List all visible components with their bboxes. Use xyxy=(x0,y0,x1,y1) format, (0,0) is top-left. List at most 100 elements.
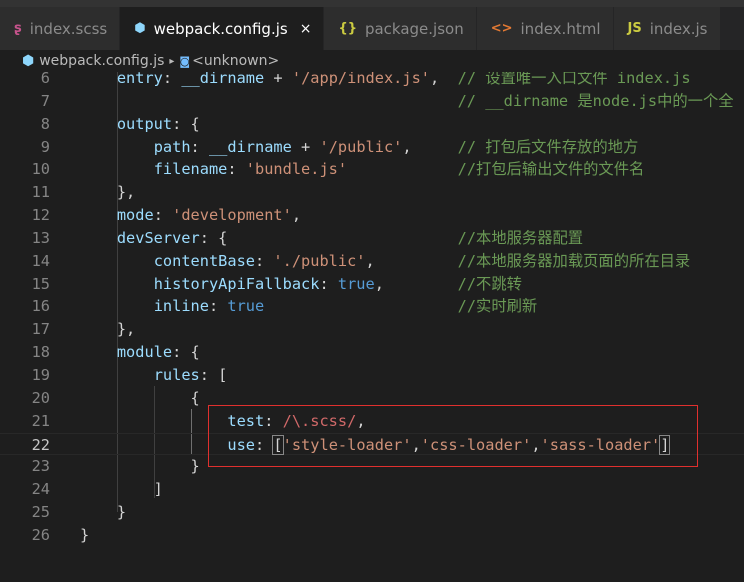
breadcrumb-symbol[interactable]: <unknown> xyxy=(192,53,279,69)
code-token: historyApiFallback xyxy=(153,274,320,293)
code-line: 12 mode: 'development', xyxy=(0,204,744,227)
breadcrumb-file[interactable]: webpack.config.js xyxy=(39,53,164,69)
code-token: } xyxy=(80,503,127,522)
code-token: //不跳转 xyxy=(457,274,522,293)
line-number: 14 xyxy=(31,251,50,270)
tab-webpack-config-js[interactable]: ⬢ webpack.config.js × xyxy=(120,7,325,50)
code-line: 8 output: { xyxy=(0,113,744,136)
title-strip xyxy=(0,0,744,7)
sass-icon: ʂ xyxy=(14,21,22,36)
code-line: 6 entry: __dirname + '/app/index.js', //… xyxy=(0,72,744,90)
breadcrumb: ⬢ webpack.config.js ▸ ◙ <unknown> xyxy=(0,50,744,72)
code-text: ] xyxy=(80,478,163,501)
json-braces-icon: {} xyxy=(338,21,357,36)
code-line: 25 } xyxy=(0,501,744,524)
code-token: : xyxy=(227,160,246,179)
code-line: 16 inline: true //实时刷新 xyxy=(0,295,744,318)
code-text: } xyxy=(80,455,200,478)
code-token: : xyxy=(190,137,209,156)
code-token: , xyxy=(430,72,458,87)
code-line: 24 ] xyxy=(0,478,744,501)
html-code-icon: <> xyxy=(490,21,513,36)
code-token: : xyxy=(153,206,173,225)
code-text: }, xyxy=(80,318,135,341)
chevron-right-icon: ▸ xyxy=(169,55,175,67)
line-number: 25 xyxy=(31,503,50,522)
line-number: 18 xyxy=(31,343,50,362)
line-number: 22 xyxy=(31,435,50,454)
webpack-cube-icon: ⬢ xyxy=(134,21,146,36)
code-token: mode xyxy=(116,206,154,225)
line-number: 8 xyxy=(40,114,50,133)
code-token: '/public' xyxy=(319,137,403,156)
code-token: //本地服务器加载页面的所在目录 xyxy=(457,251,691,270)
code-token: __dirname xyxy=(208,137,292,156)
line-number: 15 xyxy=(31,274,50,293)
line-number: 12 xyxy=(31,206,50,225)
code-token: entry xyxy=(116,72,163,87)
code-text: } xyxy=(80,524,89,547)
code-token: rules xyxy=(153,365,200,384)
code-token: + xyxy=(264,72,292,87)
code-line: 18 module: { xyxy=(0,341,744,364)
code-token: : xyxy=(255,251,274,270)
code-line: 19 rules: [ xyxy=(0,364,744,387)
code-token: : [ xyxy=(199,365,228,384)
code-token: : { xyxy=(172,343,200,362)
code-text: contentBase: './public', //本地服务器加载页面的所在目… xyxy=(80,250,691,273)
editor-tab-bar: ʂ index.scss ⬢ webpack.config.js × {} package.… xyxy=(0,7,744,50)
close-icon[interactable]: × xyxy=(300,21,312,37)
tab-label: index.html xyxy=(520,19,601,38)
code-text: devServer: { //本地服务器配置 xyxy=(80,227,583,250)
code-token: , xyxy=(365,251,458,270)
code-token: : { xyxy=(172,114,200,133)
tab-label: index.scss xyxy=(29,19,108,38)
code-line: 9 path: __dirname + '/public', // 打包后文件存… xyxy=(0,136,744,159)
code-line: 17 }, xyxy=(0,318,744,341)
code-text: rules: [ xyxy=(80,364,228,387)
code-line: 10 filename: 'bundle.js' //打包后输出文件的文件名 xyxy=(0,158,744,181)
tab-index-scss[interactable]: ʂ index.scss xyxy=(0,7,121,50)
tab-label: index.js xyxy=(649,19,708,38)
code-editor[interactable]: 6 entry: __dirname + '/app/index.js', //… xyxy=(0,72,744,582)
line-number: 20 xyxy=(31,388,50,407)
code-token: __dirname xyxy=(181,72,265,87)
code-text: module: { xyxy=(80,341,200,364)
tab-package-json[interactable]: {} package.json xyxy=(324,7,477,50)
line-number: 23 xyxy=(31,457,50,476)
code-token: 'bundle.js' xyxy=(245,160,348,179)
code-token: path xyxy=(153,137,191,156)
code-text: { xyxy=(80,387,200,410)
line-number: 26 xyxy=(31,525,50,544)
code-text: // __dirname 是node.js中的一个全 xyxy=(80,90,734,113)
code-text: }, xyxy=(80,181,135,204)
line-number: 6 xyxy=(40,72,50,87)
code-token: // 打包后文件存放的地方 xyxy=(457,137,639,156)
tab-index-html[interactable]: <> index.html xyxy=(476,7,614,50)
code-token: } xyxy=(80,525,90,544)
code-token: : xyxy=(319,274,338,293)
code-text: } xyxy=(80,501,126,524)
tab-index-js[interactable]: JS index.js xyxy=(613,7,721,50)
code-text: inline: true //实时刷新 xyxy=(80,295,538,318)
code-token: { xyxy=(80,388,200,407)
tab-label: package.json xyxy=(364,19,464,38)
webpack-cube-icon: ⬢ xyxy=(22,53,35,69)
code-token: // 设置唯一入口文件 index.js xyxy=(457,72,691,87)
line-number: 7 xyxy=(40,91,50,110)
code-text: mode: 'development', xyxy=(80,204,301,227)
tab-label: webpack.config.js xyxy=(153,19,288,38)
code-token: true xyxy=(227,297,265,316)
